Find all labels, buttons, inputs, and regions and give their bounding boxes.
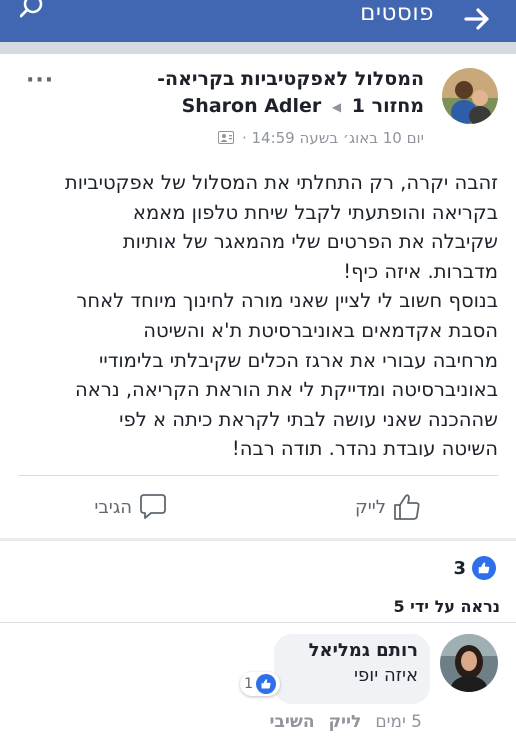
comment-like-count: 1 [244, 676, 253, 692]
post-body-line: בקריאה והופתעתי לקבל שיחת טלפון מאמא [132, 200, 498, 224]
more-options-icon[interactable]: ··· [26, 68, 54, 93]
comment-button[interactable]: הגיבי [94, 492, 168, 522]
post-timestamp[interactable]: יום 10 באוג׳ בשעה 14:59 [252, 129, 425, 147]
post-body: זהבה יקרה, רק התחלתי את המסלול של אפקטיב… [14, 168, 498, 464]
separator [0, 538, 516, 541]
comment-reply-button[interactable]: השיבי [270, 712, 315, 732]
top-bar: פוסטים [0, 0, 516, 42]
post-body-line: זהבה יקרה, רק התחלתי את המסלול של אפקטיב… [64, 171, 498, 194]
divider [18, 475, 498, 476]
post-body-line: השיטה עובדת נהדר. תודה רבה! [231, 437, 498, 461]
post-body-line: מרחיבה עבורי את ארגז הכלים שקיבלתי בלימו… [98, 348, 498, 372]
group-name-cont[interactable]: מחזור [372, 95, 424, 117]
comment-text: איזה יופי [354, 665, 418, 686]
post-body-line: מדברות. איזה כיף! [343, 259, 498, 283]
page-title: פוסטים [360, 0, 434, 26]
comment-label: הגיבי [94, 496, 132, 518]
author-avatar[interactable] [442, 68, 498, 124]
like-label: לייק [354, 496, 386, 518]
post-meta: יום 10 באוג׳ בשעה 14:59 · [215, 129, 424, 147]
thumbs-up-icon [394, 494, 420, 520]
post-body-line: הסבת אקדמאים באוניברסיטת ת'א והשיטה [143, 318, 498, 342]
seen-by[interactable]: נראה על ידי 5 [393, 597, 500, 616]
like-reaction-icon [256, 674, 276, 694]
comment-author[interactable]: רותם גמליאל [286, 640, 418, 661]
comment-like-button[interactable]: לייק [329, 712, 362, 732]
triangle-left-icon: ◀ [331, 99, 342, 114]
search-icon[interactable] [20, 0, 48, 22]
post-body-line: שההכנה שאני עושה לבתי לקראת כיתה א לפי [119, 407, 498, 431]
author-count: 1 [351, 95, 365, 117]
comment-icon [140, 494, 166, 519]
like-button[interactable]: לייק [355, 492, 422, 522]
comment-actions: 5 ימים לייק השיבי [270, 712, 422, 732]
author-name[interactable]: Sharon Adler [182, 95, 322, 117]
reaction-count: 3 [453, 557, 466, 579]
comment-reaction[interactable]: 1 [240, 672, 280, 696]
separator [0, 42, 516, 54]
post-body-line: שקיבלה את הפרטים שלי מהמאגר של אותיות [122, 230, 498, 254]
like-reaction-icon [472, 556, 496, 580]
divider [0, 622, 516, 623]
arrow-right-icon[interactable] [462, 4, 492, 34]
post-body-line: באוניברסיטה ומדייקת לי את הוראת הקריאה, … [75, 378, 498, 402]
group-name[interactable]: המסלול לאפקטיביות בקריאה- [84, 68, 424, 90]
post-subtitle: מחזור Sharon Adler ◀ 1 [182, 95, 424, 117]
meta-dot: · [241, 129, 247, 147]
reactions-summary[interactable]: 3 [453, 556, 496, 580]
comment-bubble: רותם גמליאל איזה יופי [274, 634, 430, 704]
group-icon [218, 131, 235, 144]
post-body-line: בנוסף חשוב לי לציין שאני מורה לחינוך מיו… [76, 289, 498, 313]
comment-time: 5 ימים [375, 712, 422, 732]
commenter-avatar[interactable] [440, 634, 498, 692]
